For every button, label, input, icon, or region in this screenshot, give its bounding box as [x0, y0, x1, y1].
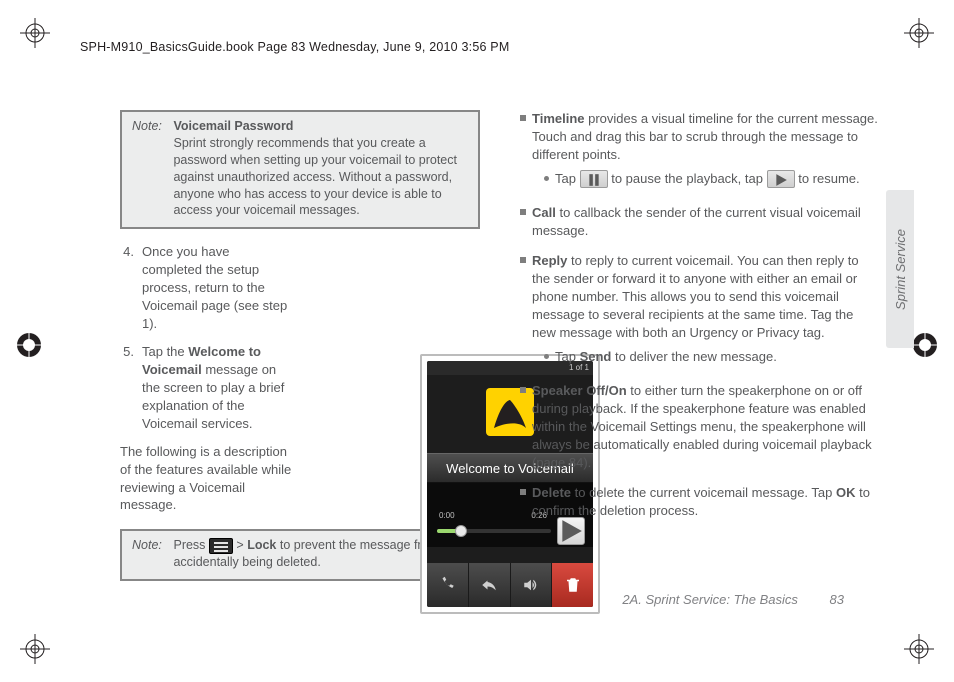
- step-4: 4. Once you have completed the setup pro…: [120, 243, 480, 333]
- crop-target-right-icon: [910, 330, 940, 360]
- pause-icon: [580, 170, 608, 188]
- bullet-call: Call to callback the sender of the curre…: [520, 204, 878, 240]
- phone-time-start: 0:00: [439, 510, 455, 521]
- interlude-text: The following is a description of the fe…: [120, 443, 300, 515]
- bullet-speaker: Speaker Off/On to either turn the speake…: [520, 382, 878, 472]
- sub-bullet-reply: Tap Send to deliver the new message.: [544, 348, 878, 366]
- phone-bottom-bar: [427, 563, 593, 607]
- section-tab-label: Sprint Service: [893, 229, 908, 310]
- speaker-icon: [522, 576, 540, 594]
- pdf-header: SPH-M910_BasicsGuide.book Page 83 Wednes…: [80, 40, 509, 54]
- note-title: Voicemail Password: [173, 119, 293, 133]
- bullet-icon: [520, 257, 526, 263]
- note-label: Note:: [132, 537, 170, 554]
- section-tab: Sprint Service: [886, 190, 914, 348]
- step-text: Once you have completed the setup proces…: [142, 243, 292, 333]
- step-number: 5.: [120, 343, 134, 433]
- bullet-icon: [520, 115, 526, 121]
- phone-reply-button[interactable]: [469, 563, 511, 607]
- footer-section: 2A. Sprint Service: The Basics: [622, 592, 798, 607]
- phone-speaker-button[interactable]: [511, 563, 553, 607]
- reply-icon: [480, 576, 498, 594]
- crop-target-left-icon: [14, 330, 44, 360]
- bullet-icon: [520, 387, 526, 393]
- trash-icon: [564, 576, 582, 594]
- registration-mark-bottom-left-icon: [20, 634, 50, 664]
- play-icon: [767, 170, 795, 188]
- registration-mark-top-right-icon: [904, 18, 934, 48]
- note-voicemail-password: Note: Voicemail Password Sprint strongly…: [120, 110, 480, 229]
- registration-mark-bottom-right-icon: [904, 634, 934, 664]
- note-label: Note:: [132, 118, 170, 135]
- sub-bullet-timeline: Tap to pause the playback, tap to resume…: [544, 170, 878, 189]
- step-text: Tap the Welcome to Voicemail message on …: [142, 343, 292, 433]
- bullet-reply: Reply to reply to current voicemail. You…: [520, 252, 878, 370]
- bullet-delete: Delete to delete the current voicemail m…: [520, 484, 878, 520]
- phone-icon: [438, 576, 456, 594]
- menu-icon: [209, 538, 233, 554]
- page-number: 83: [830, 592, 844, 607]
- subbullet-icon: [544, 354, 549, 359]
- right-column: Timeline provides a visual timeline for …: [520, 110, 878, 531]
- page-footer: 2A. Sprint Service: The Basics 83: [622, 592, 844, 607]
- bullet-icon: [520, 489, 526, 495]
- phone-delete-button[interactable]: [552, 563, 593, 607]
- note-body: Sprint strongly recommends that you crea…: [173, 136, 456, 218]
- bullet-icon: [520, 209, 526, 215]
- left-column: Note: Voicemail Password Sprint strongly…: [120, 110, 480, 581]
- page: SPH-M910_BasicsGuide.book Page 83 Wednes…: [0, 0, 954, 682]
- bullet-timeline: Timeline provides a visual timeline for …: [520, 110, 878, 192]
- registration-mark-top-left-icon: [20, 18, 50, 48]
- phone-call-button[interactable]: [427, 563, 469, 607]
- step-number: 4.: [120, 243, 134, 333]
- subbullet-icon: [544, 176, 549, 181]
